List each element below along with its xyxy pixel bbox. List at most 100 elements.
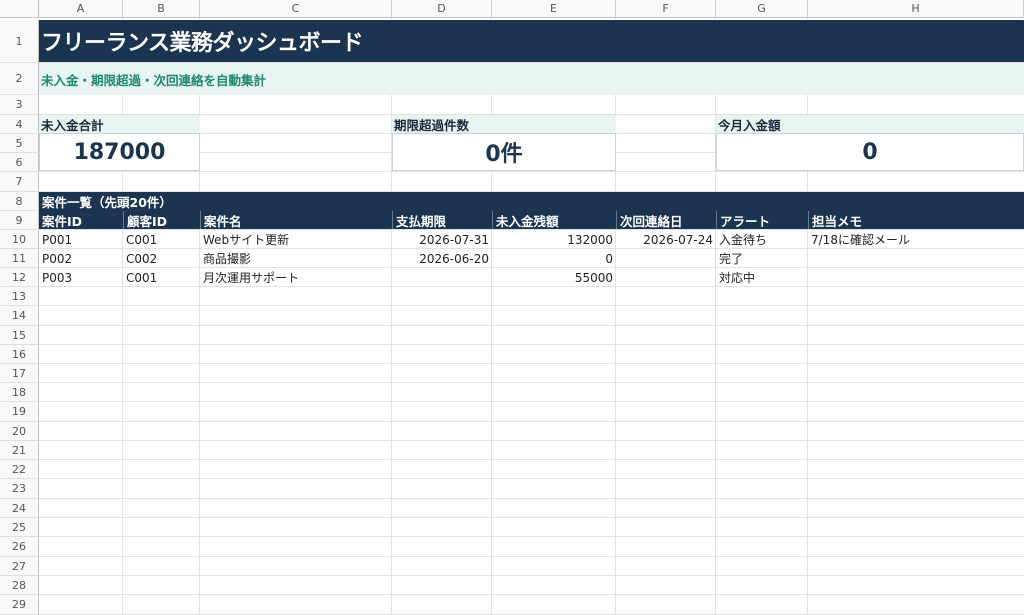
gridline-horizontal bbox=[39, 478, 1024, 479]
gridline-horizontal bbox=[39, 575, 1024, 576]
table-header-cell[interactable]: 次回連絡日 bbox=[616, 211, 716, 229]
kpi-label-unpaid-total: 未入金合計 bbox=[39, 115, 200, 133]
column-header-d[interactable]: D bbox=[392, 0, 492, 18]
table-cell[interactable]: 対応中 bbox=[716, 268, 808, 287]
gridline-horizontal bbox=[39, 517, 1024, 518]
table-cell[interactable]: 2026-07-31 bbox=[392, 230, 492, 249]
column-header-g[interactable]: G bbox=[716, 0, 808, 18]
table-cell[interactable]: 7/18に確認メール bbox=[808, 230, 1024, 249]
table-header-cell[interactable]: 担当メモ bbox=[808, 211, 1024, 229]
kpi-value-unpaid-total[interactable]: 187000 bbox=[39, 133, 200, 171]
gridline-horizontal bbox=[39, 363, 1024, 364]
row-header-16[interactable]: 16 bbox=[0, 345, 39, 364]
row-header-18[interactable]: 18 bbox=[0, 383, 39, 402]
table-header-cell[interactable]: 案件名 bbox=[200, 211, 392, 229]
table-header-cell[interactable]: アラート bbox=[716, 211, 808, 229]
row-header-12[interactable]: 12 bbox=[0, 268, 39, 287]
gridline-horizontal bbox=[39, 382, 1024, 383]
gridline-horizontal bbox=[39, 305, 1024, 306]
row-header-8[interactable]: 8 bbox=[0, 192, 39, 211]
gridline-horizontal bbox=[39, 536, 1024, 537]
table-cell[interactable]: 2026-07-24 bbox=[616, 230, 716, 249]
row-header-27[interactable]: 27 bbox=[0, 557, 39, 576]
row-header-1[interactable]: 1 bbox=[0, 20, 39, 63]
table-cell[interactable]: 2026-06-20 bbox=[392, 249, 492, 268]
row-header-17[interactable]: 17 bbox=[0, 364, 39, 383]
table-header-cell[interactable]: 案件ID bbox=[39, 211, 123, 229]
table-header-cell[interactable]: 顧客ID bbox=[123, 211, 200, 229]
table-cell[interactable]: C002 bbox=[123, 249, 200, 268]
table-header-cell[interactable]: 未入金残額 bbox=[492, 211, 616, 229]
section-title: 案件一覧（先頭20件） bbox=[42, 194, 172, 210]
row-header-13[interactable]: 13 bbox=[0, 287, 39, 306]
select-all-corner[interactable] bbox=[0, 0, 39, 18]
kpi-value-overdue-count[interactable]: 0件 bbox=[392, 133, 616, 171]
table-cell[interactable]: Webサイト更新 bbox=[200, 230, 392, 249]
table-cell[interactable]: 入金待ち bbox=[716, 230, 808, 249]
row-header-28[interactable]: 28 bbox=[0, 576, 39, 595]
table-cell[interactable]: 55000 bbox=[492, 268, 616, 287]
column-header-h[interactable]: H bbox=[808, 0, 1024, 18]
column-header-f[interactable]: F bbox=[616, 0, 716, 18]
table-cell[interactable] bbox=[808, 268, 1024, 287]
table-cell[interactable]: P001 bbox=[39, 230, 123, 249]
gridline-horizontal bbox=[39, 401, 1024, 402]
gridline-horizontal bbox=[39, 325, 1024, 326]
gridline-vertical bbox=[122, 18, 123, 615]
column-header-b[interactable]: B bbox=[123, 0, 200, 18]
row-header-21[interactable]: 21 bbox=[0, 441, 39, 460]
row-header-10[interactable]: 10 bbox=[0, 230, 39, 249]
row-header-19[interactable]: 19 bbox=[0, 402, 39, 422]
column-header-c[interactable]: C bbox=[200, 0, 392, 18]
gridline-horizontal bbox=[39, 459, 1024, 460]
gridline-horizontal bbox=[39, 556, 1024, 557]
kpi-label-overdue-count: 期限超過件数 bbox=[392, 115, 616, 133]
gridline-vertical bbox=[491, 18, 492, 615]
dashboard-subtitle: 未入金・期限超過・次回連絡を自動集計 bbox=[41, 72, 267, 88]
row-header-3[interactable]: 3 bbox=[0, 95, 39, 115]
row-header-26[interactable]: 26 bbox=[0, 537, 39, 557]
gridline-vertical bbox=[807, 18, 808, 615]
row-header-9[interactable]: 9 bbox=[0, 211, 39, 230]
table-cell[interactable]: 商品撮影 bbox=[200, 249, 392, 268]
kpi-label-monthly-received: 今月入金額 bbox=[716, 115, 1024, 133]
row-header-23[interactable]: 23 bbox=[0, 479, 39, 499]
table-cell[interactable]: 月次運用サポート bbox=[200, 268, 392, 287]
row-header-29[interactable]: 29 bbox=[0, 595, 39, 615]
table-cell[interactable]: 完了 bbox=[716, 249, 808, 268]
table-cell[interactable]: P002 bbox=[39, 249, 123, 268]
row-header-20[interactable]: 20 bbox=[0, 422, 39, 441]
gridline-horizontal bbox=[39, 171, 1024, 172]
row-header-22[interactable]: 22 bbox=[0, 460, 39, 479]
gridline-vertical bbox=[391, 18, 392, 615]
row-header-6[interactable]: 6 bbox=[0, 153, 39, 172]
column-header-a[interactable]: A bbox=[39, 0, 123, 18]
row-header-7[interactable]: 7 bbox=[0, 172, 39, 192]
row-header-25[interactable]: 25 bbox=[0, 518, 39, 537]
row-header-15[interactable]: 15 bbox=[0, 326, 39, 345]
row-header-11[interactable]: 11 bbox=[0, 249, 39, 268]
row-header-4[interactable]: 4 bbox=[0, 115, 39, 134]
table-cell[interactable]: C001 bbox=[123, 230, 200, 249]
row-header-5[interactable]: 5 bbox=[0, 134, 39, 153]
table-cell[interactable]: 132000 bbox=[492, 230, 616, 249]
table-cell[interactable] bbox=[616, 249, 716, 268]
table-cell[interactable] bbox=[392, 268, 492, 287]
gridline-horizontal bbox=[39, 594, 1024, 595]
table-header-cell[interactable]: 支払期限 bbox=[392, 211, 492, 229]
gridline-horizontal bbox=[39, 440, 1024, 441]
kpi-value-monthly-received[interactable]: 0 bbox=[716, 133, 1024, 171]
table-cell[interactable]: P003 bbox=[39, 268, 123, 287]
table-cell[interactable] bbox=[808, 249, 1024, 268]
gridline-horizontal bbox=[39, 421, 1024, 422]
column-header-e[interactable]: E bbox=[492, 0, 616, 18]
row-header-24[interactable]: 24 bbox=[0, 499, 39, 518]
row-header-2[interactable]: 2 bbox=[0, 63, 39, 95]
table-cell[interactable]: 0 bbox=[492, 249, 616, 268]
gridline-vertical bbox=[715, 18, 716, 615]
table-cell[interactable] bbox=[616, 268, 716, 287]
table-cell[interactable]: C001 bbox=[123, 268, 200, 287]
gridline-vertical bbox=[615, 18, 616, 615]
row-header-14[interactable]: 14 bbox=[0, 306, 39, 326]
spreadsheet: ABCDEFGH 1 2 3 4 5 6 7 8 9 10 11 12 13 14 15 16 17 18 19 20… bbox=[0, 0, 1024, 615]
